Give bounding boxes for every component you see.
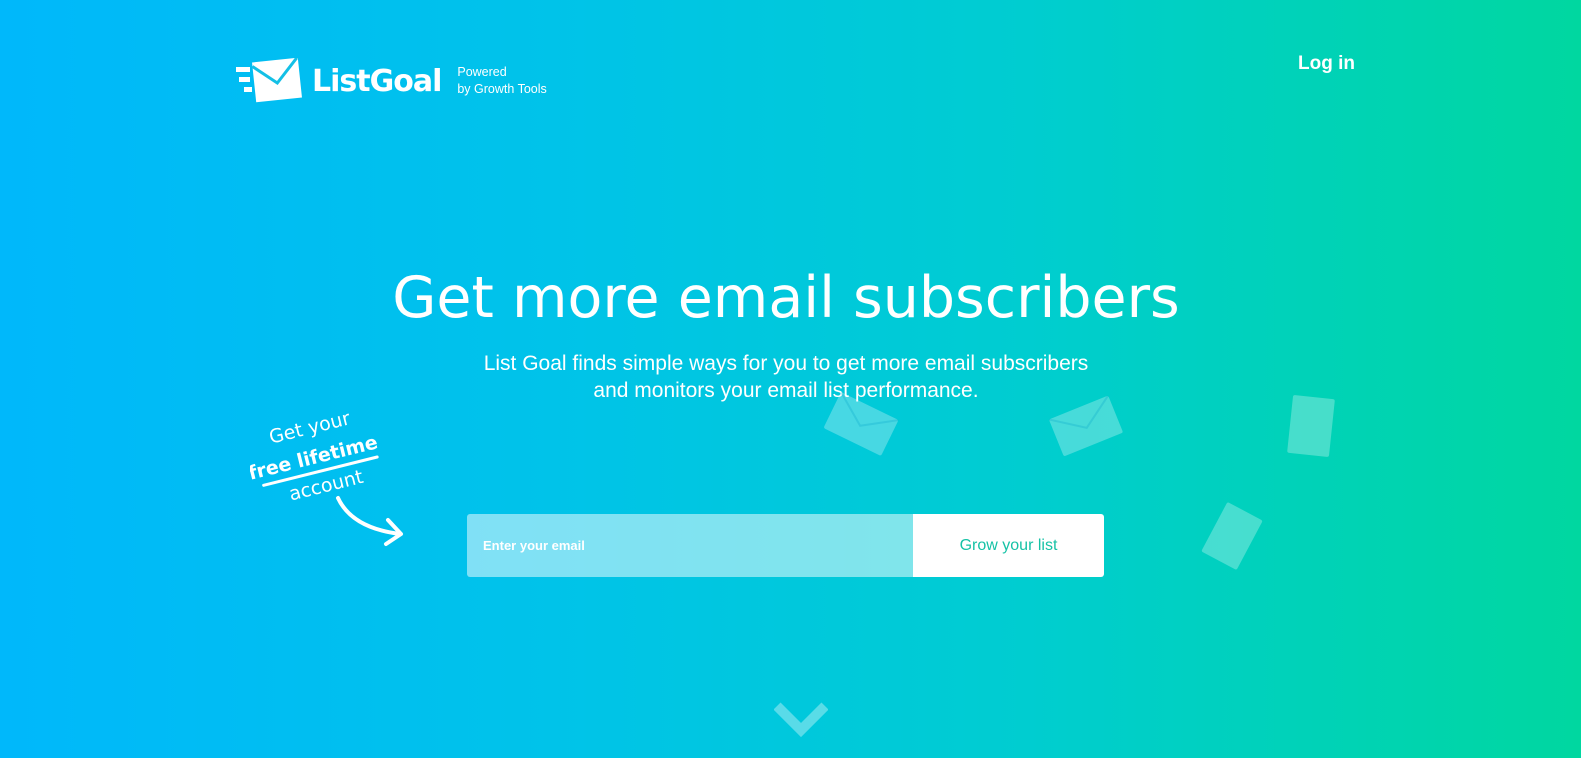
envelope-icon: [1201, 501, 1263, 571]
powered-line-2: by Growth Tools: [457, 82, 547, 96]
curved-arrow-icon: [336, 496, 402, 536]
hero-subtitle-line-1: List Goal finds simple ways for you to g…: [483, 352, 1089, 375]
envelope-speed-icon: [236, 58, 302, 103]
powered-by: Powered by Growth Tools: [457, 64, 546, 98]
envelope-icon: [1048, 395, 1124, 457]
hero-subtitle: List Goal finds simple ways for you to g…: [0, 350, 1572, 404]
email-input[interactable]: [467, 514, 913, 577]
brand-name: ListGoal: [312, 63, 442, 99]
chevron-down-icon[interactable]: [774, 700, 828, 738]
hero-title: Get more email subscribers: [392, 265, 1180, 331]
grow-list-button[interactable]: Grow your list: [913, 514, 1104, 577]
logo[interactable]: ListGoal Powered by Growth Tools: [236, 58, 547, 104]
free-account-callout: Get your free lifetime account: [250, 407, 403, 546]
hero-subtitle-line-2: and monitors your email list performance…: [593, 379, 979, 402]
signup-form: Grow your list: [467, 514, 1104, 577]
login-link[interactable]: Log in: [1298, 53, 1355, 75]
envelope-icon: [1287, 394, 1335, 458]
powered-line-1: Powered: [457, 65, 507, 79]
